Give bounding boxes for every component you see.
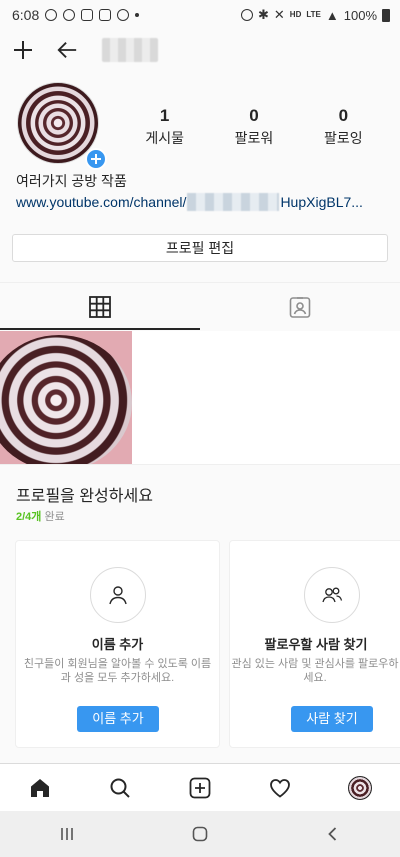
stat-followers-count: 0 — [249, 106, 259, 125]
stat-following[interactable]: 0 팔로잉 — [299, 106, 388, 149]
stat-followers-label: 팔로워 — [234, 130, 274, 146]
tagged-person-icon — [289, 296, 311, 318]
find-people-title: 팔로우할 사람 찾기 — [264, 637, 368, 652]
link-prefix: www.youtube.com/channel/ — [16, 194, 187, 210]
stat-followers[interactable]: 0 팔로워 — [209, 106, 298, 149]
mute-icon: ✕ — [273, 7, 285, 22]
recent-apps-icon — [60, 828, 73, 840]
home-circle-icon — [192, 826, 208, 842]
add-story-icon[interactable] — [85, 148, 107, 170]
tab-tagged[interactable] — [200, 283, 400, 330]
complete-profile-title: 프로필을 완성하세요 — [16, 488, 153, 505]
stat-posts-count: 1 — [159, 106, 170, 125]
battery-icon — [382, 8, 390, 22]
profile-website-link[interactable]: www.youtube.com/channel/ HupXigBL7... — [16, 193, 388, 211]
grid-icon — [89, 295, 111, 318]
progress-suffix: 완료 — [41, 511, 65, 523]
add-name-description: 친구들이 회원님을 알아볼 수 있도록 이름과 성을 모두 추가하세요. — [23, 658, 212, 684]
alarm-icon — [240, 9, 253, 21]
nav-new-post[interactable] — [160, 776, 240, 800]
posts-grid — [0, 331, 400, 464]
nav-search[interactable] — [80, 776, 160, 800]
nav-profile[interactable] — [320, 775, 400, 800]
bluetooth-icon: ✱ — [257, 7, 269, 22]
edit-profile-button[interactable]: 프로필 편집 — [12, 234, 388, 262]
status-bar: 6:08 ✱ ✕ HD LTE ▲ 100% — [0, 0, 400, 30]
tab-grid[interactable] — [0, 283, 200, 330]
link-redacted — [187, 193, 280, 211]
add-name-button[interactable]: 이름 추가 — [77, 706, 159, 732]
profile-header — [0, 30, 400, 70]
signal-icon: ▲ — [325, 7, 339, 23]
home-icon — [31, 778, 49, 797]
plus-icon[interactable] — [12, 39, 34, 61]
stat-following-label: 팔로잉 — [324, 130, 363, 146]
profile-avatar-container[interactable] — [17, 82, 107, 170]
complete-profile-progress: 2/4개 완료 — [16, 510, 65, 524]
new-post-icon — [189, 777, 211, 798]
nav-activity[interactable] — [240, 776, 320, 800]
person-icon — [90, 567, 146, 623]
bottom-navigation — [0, 763, 400, 811]
message-icon — [117, 9, 130, 21]
heart-icon — [270, 778, 290, 798]
network-hd: HD — [289, 10, 302, 19]
network-lte: LTE — [306, 10, 321, 19]
progress-count: 2/4개 — [16, 511, 42, 523]
people-icon — [304, 567, 360, 623]
stat-following-count: 0 — [338, 106, 349, 125]
find-people-card: 팔로우할 사람 찾기 관심 있는 사람 및 관심사를 팔로우하세요. 사람 찾기 — [229, 540, 400, 748]
profile-avatar-small — [348, 775, 372, 800]
profile-tabs — [0, 282, 400, 330]
profile-display-name: 여러가지 공방 작품 — [16, 173, 127, 189]
divider — [0, 464, 400, 465]
back-chevron-icon — [328, 827, 337, 841]
settings-notification-icon — [45, 9, 58, 21]
android-navigation-bar — [0, 811, 400, 857]
blocked-icon — [81, 9, 94, 21]
more-notifications-icon — [135, 13, 140, 17]
find-people-description: 관심 있는 사람 및 관심사를 팔로우하세요. — [231, 658, 399, 684]
status-time: 6:08 — [12, 7, 40, 23]
nav-home[interactable] — [0, 776, 80, 800]
add-name-title: 이름 추가 — [91, 637, 144, 652]
profile-stats: 1 게시물 0 팔로워 0 팔로잉 — [120, 106, 388, 149]
post-image — [0, 335, 132, 464]
stat-posts[interactable]: 1 게시물 — [120, 106, 209, 149]
stat-posts-label: 게시물 — [145, 130, 184, 146]
add-name-card: 이름 추가 친구들이 회원님을 알아볼 수 있도록 이름과 성을 모두 추가하세… — [15, 540, 220, 748]
link-suffix: HupXigBL7... — [280, 194, 363, 210]
recent-apps-button[interactable] — [0, 825, 133, 843]
find-people-button[interactable]: 사람 찾기 — [291, 706, 373, 732]
home-button[interactable] — [133, 825, 266, 843]
notification-icon — [63, 9, 76, 21]
arrow-left-icon[interactable] — [56, 39, 78, 61]
username-redacted — [102, 38, 158, 62]
gallery-icon — [99, 9, 112, 21]
battery-percent: 100% — [343, 7, 377, 23]
post-thumbnail[interactable] — [0, 331, 132, 464]
search-icon — [110, 778, 130, 798]
back-button[interactable] — [267, 825, 400, 843]
